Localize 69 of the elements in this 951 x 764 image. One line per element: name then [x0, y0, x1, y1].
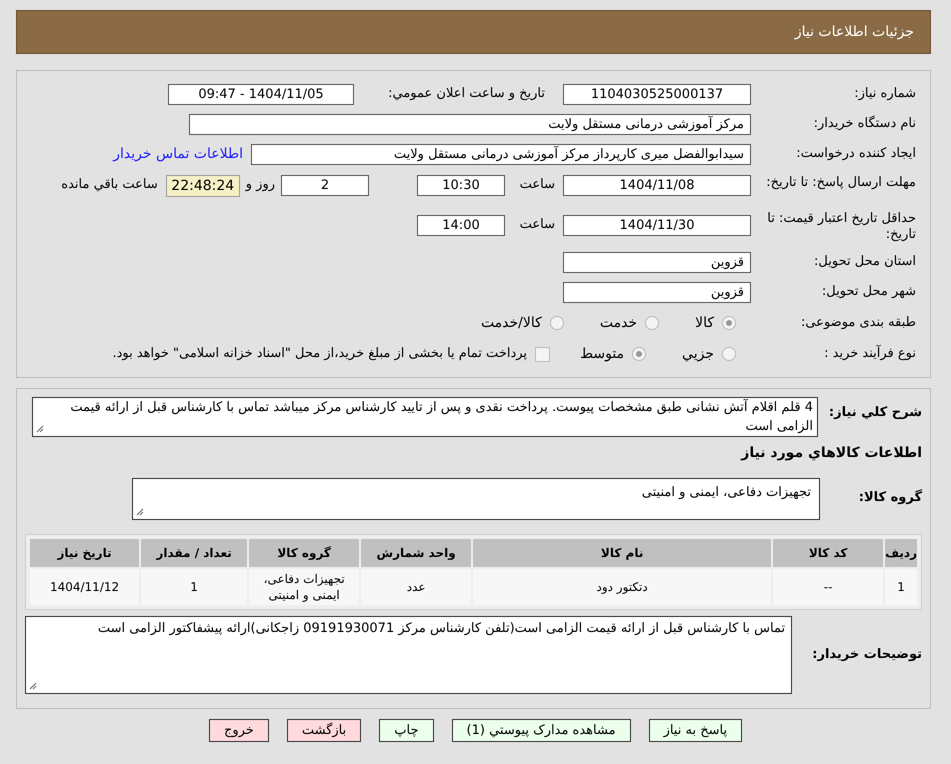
field-label: شهر محل تحویل:: [820, 284, 916, 300]
radio-label: خدمت: [600, 314, 638, 332]
table-cell: 1: [141, 569, 248, 605]
field-label: حداقل تاریخ اعتبار قیمت: تا تاریخ:: [766, 211, 916, 243]
field-label: ساعت: [518, 176, 555, 193]
buyer-notes-field[interactable]: تماس با کارشناس قبل از ارائه قیمت الزامی است(تلفن کارشناس مرکز 09191930071 زاجکانی)ارائه پیشفاکتور الزامی است: [25, 616, 792, 694]
action-button[interactable]: بازگشت: [286, 719, 362, 742]
validity-date-field[interactable]: 1404/11/30: [563, 215, 751, 236]
announce-date-field[interactable]: 1404/11/05 - 09:47: [168, 84, 354, 104]
resize-grip-icon: [36, 425, 44, 433]
field-label: طبقه بندی موضوعی:: [800, 315, 916, 331]
radio-label: متوسط: [580, 344, 624, 364]
field-label: گروه کالا:: [858, 488, 922, 506]
remaining-time-field: 22:48:24: [166, 175, 240, 197]
deadline-date-field[interactable]: 1404/11/08: [563, 175, 751, 196]
table-cell: --: [773, 569, 884, 605]
radio-button[interactable]: [632, 347, 646, 361]
buyer-contact-link[interactable]: اطلاعات تماس خریدار: [113, 144, 243, 164]
goods-group-field[interactable]: تجهیزات دفاعی، ایمنی و امنیتی: [132, 478, 820, 520]
table-cell: 1404/11/12: [30, 569, 140, 605]
action-button[interactable]: مشاهده مدارک پیوستي (1): [452, 719, 631, 742]
field-label: شرح کلي نیاز:: [828, 404, 922, 421]
field-label: روز و: [246, 176, 275, 193]
requester-field[interactable]: سیدابوالفضل میری کارپرداز مرکز آموزشی درمانی مستقل ولایت: [251, 144, 751, 164]
table-cell: تجهیزات دفاعی، ایمنی و امنیتی: [249, 569, 360, 605]
description-field[interactable]: 4 قلم اقلام آتش نشانی طبق مشخصات پیوست. پرداخت نقدی و پس از تایید کارشناس مرکز میباشد تماس با کارشناس قبل از ارائه قیمت الزامی است: [32, 397, 818, 437]
column-header: نام کالا: [473, 539, 772, 567]
days-field[interactable]: 2: [281, 175, 369, 196]
field-label: نام دستگاه خریدار:: [812, 116, 916, 132]
radio-button[interactable]: [722, 316, 736, 330]
field-label: توضیحات خریدار:: [811, 647, 922, 663]
province-field[interactable]: قزوین: [563, 252, 751, 272]
resize-grip-icon: [136, 508, 144, 516]
validity-time-field[interactable]: 14:00: [417, 215, 505, 236]
column-header: تعداد / مقدار: [141, 539, 248, 567]
field-label: ساعت: [518, 216, 555, 233]
radio-label: کالا/خدمت: [480, 314, 542, 332]
page-title: جزئیات اطلاعات نیاز: [794, 22, 914, 42]
table-cell: دتکتور دود: [473, 569, 772, 605]
field-label: ساعت باقي مانده: [61, 176, 158, 193]
column-header: ردیف: [885, 539, 917, 567]
action-button[interactable]: چاپ: [379, 719, 434, 742]
table-cell: 1: [885, 569, 917, 605]
field-label: تاریخ و ساعت اعلان عمومي:: [387, 86, 545, 102]
column-header: گروه کالا: [249, 539, 360, 567]
table-cell: عدد: [361, 569, 472, 605]
payment-checkbox[interactable]: [535, 346, 550, 362]
section-title: اطلاعات کالاهاي مورد نیاز: [740, 444, 922, 463]
field-label: نوع فرآیند خرید :: [823, 346, 916, 362]
radio-label: کالا: [695, 314, 714, 332]
need-number-field[interactable]: 1104030525000137: [563, 84, 751, 104]
buyer-name-field[interactable]: مرکز آموزشی درمانی مستقل ولایت: [189, 114, 751, 134]
radio-button[interactable]: [550, 316, 564, 330]
radio-label: جزيي: [682, 344, 714, 364]
field-label: ایجاد کننده درخواست:: [795, 146, 916, 162]
column-header: کد کالا: [773, 539, 884, 567]
action-button[interactable]: خروج: [208, 719, 269, 742]
radio-button[interactable]: [645, 316, 660, 330]
field-label: مهلت ارسال پاسخ: تا تاریخ:: [765, 175, 916, 191]
action-button[interactable]: پاسخ به نیاز: [648, 719, 742, 742]
field-label: شماره نیاز:: [853, 86, 916, 102]
column-header: تاریخ نیاز: [30, 539, 140, 567]
radio-button[interactable]: [722, 347, 736, 361]
resize-grip-icon: [29, 682, 37, 690]
field-label: استان محل تحویل:: [813, 254, 916, 270]
field-label: پرداخت تمام یا بخشی از مبلغ خرید،از محل "اسناد خزانه اسلامی" خواهد بود.: [112, 346, 528, 362]
deadline-time-field[interactable]: 10:30: [417, 175, 505, 196]
city-field[interactable]: قزوین: [563, 282, 751, 302]
column-header: واحد شمارش: [361, 539, 472, 567]
